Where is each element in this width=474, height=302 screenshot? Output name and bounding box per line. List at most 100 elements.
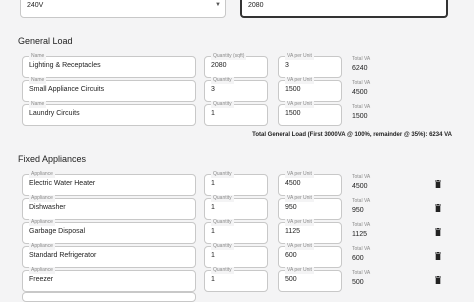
field-value: Electric Water Heater — [29, 180, 96, 187]
field-label: Quantity — [211, 195, 234, 202]
appliance-va-field[interactable]: VA per Unit 4500 — [278, 171, 342, 196]
area-input-value: 2080 — [248, 2, 264, 9]
general-load-va-field[interactable]: VA per Unit 1500 — [278, 101, 342, 126]
field-value: Dishwasher — [29, 204, 66, 211]
field-label: Appliance — [29, 219, 55, 226]
field-label: VA per Unit — [285, 77, 314, 84]
field-value: 600 — [285, 252, 297, 259]
appliance-va-field[interactable]: VA per Unit 500 — [278, 267, 342, 292]
delete-icon[interactable] — [435, 276, 441, 284]
field-label: Quantity — [211, 171, 234, 178]
field-value: 4500 — [285, 180, 301, 187]
field-label: VA per Unit — [285, 219, 314, 226]
field-value: 500 — [285, 276, 297, 283]
voltage-select[interactable]: 240V ▼ — [20, 0, 226, 18]
appliance-name-field[interactable]: Appliance Standard Refrigerator — [22, 243, 196, 268]
field-label: VA per Unit — [285, 53, 314, 60]
appliance-quantity-field[interactable]: Quantity 1 — [204, 243, 268, 268]
appliance-name-field[interactable]: Appliance Electric Water Heater — [22, 171, 196, 196]
field-label: Quantity — [211, 77, 234, 84]
general-load-name-field[interactable]: Name Lighting & Receptacles — [22, 53, 196, 78]
field-label: Appliance — [29, 243, 55, 250]
general-load-name-field[interactable]: Name Laundry Circuits — [22, 101, 196, 126]
general-load-total: Total General Load (First 3000VA @ 100%,… — [252, 132, 452, 138]
general-load-va-field[interactable]: VA per Unit 1500 — [278, 77, 342, 102]
field-label: Appliance — [29, 171, 55, 178]
field-value: 1 — [211, 110, 215, 117]
total-va-value: 1125 — [352, 231, 368, 238]
total-va-label: Total VA — [352, 56, 371, 62]
total-va-label: Total VA — [352, 80, 371, 86]
delete-icon[interactable] — [435, 228, 441, 236]
voltage-select-value: 240V — [27, 2, 44, 9]
field-value: 1500 — [285, 110, 301, 117]
field-label: VA per Unit — [285, 195, 314, 202]
appliance-quantity-field[interactable]: Quantity 1 — [204, 195, 268, 220]
field-value: 1 — [211, 180, 215, 187]
general-load-name-field[interactable]: Name Small Appliance Circuits — [22, 77, 196, 102]
appliance-name-field[interactable] — [22, 292, 196, 302]
field-label: VA per Unit — [285, 101, 314, 108]
field-label: Quantity — [211, 243, 234, 250]
field-label: Name — [29, 53, 47, 60]
area-input[interactable]: 2080 — [240, 0, 448, 18]
total-va-value: 600 — [352, 255, 364, 262]
field-value: 2080 — [211, 62, 227, 69]
field-value: 3 — [285, 62, 289, 69]
appliance-va-field[interactable]: VA per Unit 600 — [278, 243, 342, 268]
appliance-name-field[interactable]: Appliance Garbage Disposal — [22, 219, 196, 244]
chevron-down-icon: ▼ — [215, 2, 221, 8]
fixed-appliances-heading: Fixed Appliances — [18, 154, 87, 164]
field-value: 1 — [211, 228, 215, 235]
field-label: Name — [29, 101, 47, 108]
general-load-quantity-field[interactable]: Quantity 1 — [204, 101, 268, 126]
total-va-value: 500 — [352, 279, 364, 286]
field-label: Quantity — [211, 219, 234, 226]
total-va-value: 6240 — [352, 65, 368, 72]
field-value: 1500 — [285, 86, 301, 93]
field-label: Quantity — [211, 101, 234, 108]
delete-icon[interactable] — [435, 252, 441, 260]
appliance-quantity-field[interactable]: Quantity 1 — [204, 219, 268, 244]
field-label: Quantity — [211, 267, 234, 274]
delete-icon[interactable] — [435, 204, 441, 212]
delete-icon[interactable] — [435, 180, 441, 188]
appliance-quantity-field[interactable]: Quantity 1 — [204, 267, 268, 292]
field-label: Name — [29, 77, 47, 84]
appliance-name-field[interactable]: Appliance Dishwasher — [22, 195, 196, 220]
total-va-label: Total VA — [352, 246, 371, 252]
field-value: Laundry Circuits — [29, 110, 80, 117]
field-value: Freezer — [29, 276, 54, 283]
field-label: VA per Unit — [285, 171, 314, 178]
total-va-label: Total VA — [352, 174, 371, 180]
total-va-label: Total VA — [352, 198, 371, 204]
appliance-va-field[interactable]: VA per Unit 950 — [278, 195, 342, 220]
appliance-quantity-field[interactable]: Quantity 1 — [204, 171, 268, 196]
field-value: Small Appliance Circuits — [29, 86, 105, 93]
field-value: 1 — [211, 204, 215, 211]
total-va-value: 4500 — [352, 183, 368, 190]
total-va-value: 4500 — [352, 89, 368, 96]
field-value: 3 — [211, 86, 215, 93]
total-va-label: Total VA — [352, 270, 371, 276]
field-value: Garbage Disposal — [29, 228, 86, 235]
general-load-quantity-field[interactable]: Quantity (sqft) 2080 — [204, 53, 268, 78]
field-value: Lighting & Receptacles — [29, 62, 101, 69]
field-label: Appliance — [29, 267, 55, 274]
total-va-label: Total VA — [352, 104, 371, 110]
appliance-va-field[interactable]: VA per Unit 1125 — [278, 219, 342, 244]
field-label: VA per Unit — [285, 267, 314, 274]
appliance-name-field[interactable]: Appliance Freezer — [22, 267, 196, 292]
field-value: 1 — [211, 276, 215, 283]
field-label: Appliance — [29, 195, 55, 202]
total-va-value: 950 — [352, 207, 364, 214]
field-value: 1 — [211, 252, 215, 259]
general-load-va-field[interactable]: VA per Unit 3 — [278, 53, 342, 78]
field-value: Standard Refrigerator — [29, 252, 97, 259]
general-load-heading: General Load — [18, 36, 73, 46]
general-load-quantity-field[interactable]: Quantity 3 — [204, 77, 268, 102]
total-va-value: 1500 — [352, 113, 368, 120]
total-va-label: Total VA — [352, 222, 371, 228]
field-label: Quantity (sqft) — [211, 53, 247, 60]
field-value: 1125 — [285, 228, 301, 235]
